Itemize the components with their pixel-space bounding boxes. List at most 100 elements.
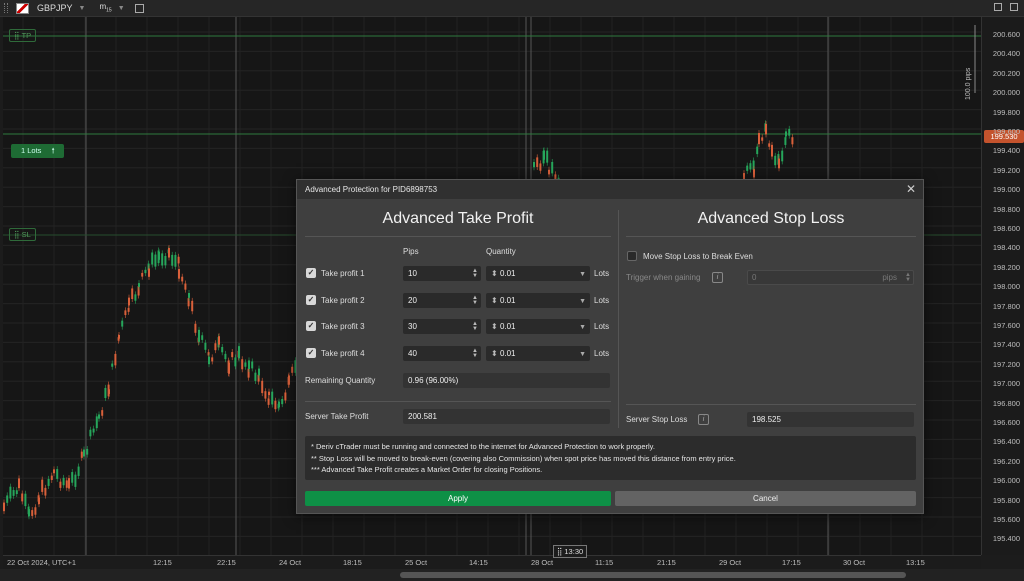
- candle-body: [753, 169, 755, 178]
- cancel-button[interactable]: Cancel: [615, 491, 916, 506]
- candle-body: [271, 391, 274, 405]
- candle-body: [124, 310, 127, 316]
- price-tick-label: 197.800: [992, 301, 1020, 311]
- candle-body: [108, 389, 110, 394]
- take-profit-4-checkbox[interactable]: ✓: [306, 347, 316, 358]
- time-tick-label: 25 Oct: [405, 558, 428, 567]
- apply-button[interactable]: Apply: [305, 491, 611, 506]
- take-profit-3-quantity-select[interactable]: ⬍ 0.01 ▼: [486, 319, 590, 334]
- candle-body: [234, 357, 237, 367]
- trigger-unit: pips: [882, 273, 897, 282]
- price-tick-label: 197.200: [992, 359, 1020, 369]
- chevron-down-icon[interactable]: ▼: [579, 348, 586, 361]
- stepper-icon[interactable]: ⬍: [491, 296, 498, 305]
- price-tick-label: 196.800: [992, 398, 1020, 408]
- candle-body: [168, 248, 170, 258]
- candle-body: [86, 448, 89, 455]
- candle-body: [181, 276, 184, 282]
- price-axis[interactable]: 199.530 200.600 200.400 200.200 200.000 199.…: [981, 17, 1024, 555]
- sl-line-label[interactable]: ⣿ SL: [9, 228, 36, 241]
- stepper-icon[interactable]: ▲ ▼: [472, 295, 478, 306]
- column-divider: [618, 210, 619, 428]
- maximize-icon[interactable]: [1010, 3, 1018, 11]
- candle-body: [778, 158, 780, 169]
- price-tick-label: 198.000: [992, 282, 1020, 292]
- take-profit-2-quantity-select[interactable]: ⬍ 0.01 ▼: [486, 292, 590, 308]
- position-lots-label[interactable]: 1 Lots 🠕: [11, 144, 64, 158]
- chevron-down-icon[interactable]: ▼: [579, 321, 586, 334]
- stepper-icon[interactable]: ⬍: [491, 349, 498, 358]
- candle-body: [543, 150, 545, 160]
- take-profit-4-pips-input[interactable]: 40 ▲ ▼: [403, 345, 481, 361]
- time-tick-label: 17:15: [782, 558, 801, 567]
- note-line: *** Advanced Take Profit creates a Marke…: [311, 465, 543, 474]
- server-stop-loss-label: Server Stop Loss: [626, 415, 688, 424]
- tp-line-label[interactable]: ⣿ TP: [9, 29, 37, 42]
- time-axis[interactable]: 22 Oct 2024, UTC+1 12:15 22:15 24 Oct 18:15 2…: [3, 555, 981, 569]
- candle-body: [551, 161, 554, 174]
- minimize-icon[interactable]: [994, 3, 1002, 11]
- candle-body: [291, 366, 294, 373]
- take-profit-4-quantity-select[interactable]: ⬍ 0.01 ▼: [486, 345, 590, 361]
- price-tick-label: 200.400: [992, 49, 1020, 59]
- trigger-pips-input[interactable]: 0 pips ▲ ▼: [747, 270, 914, 285]
- candle-body: [161, 253, 164, 266]
- close-icon[interactable]: ✕: [905, 183, 917, 195]
- drag-grip-icon[interactable]: [4, 3, 8, 13]
- symbol-dropdown-icon[interactable]: ▼: [79, 5, 86, 12]
- stepper-icon[interactable]: ▲ ▼: [472, 268, 478, 279]
- price-tick-label: 196.600: [992, 418, 1020, 427]
- divider: [626, 236, 916, 237]
- stepper-icon[interactable]: ▲ ▼: [472, 321, 478, 332]
- candle-body: [241, 359, 244, 370]
- stepper-icon[interactable]: ▲ ▼: [472, 348, 478, 359]
- chevron-down-icon[interactable]: ▼: [579, 295, 586, 308]
- timeframe-selector[interactable]: m15: [99, 2, 111, 14]
- candle-body: [208, 356, 210, 365]
- take-profit-2-pips-input[interactable]: 20 ▲ ▼: [403, 292, 481, 308]
- candle-body: [148, 268, 150, 277]
- candle-body: [34, 507, 37, 515]
- chart-type-icon[interactable]: [134, 3, 144, 13]
- stepper-icon[interactable]: ⬍: [491, 269, 498, 278]
- take-profit-1-quantity-select[interactable]: ⬍ 0.01 ▼: [486, 266, 590, 281]
- candle-body: [184, 283, 187, 290]
- candle-body: [188, 293, 190, 298]
- candle-body: [248, 360, 250, 369]
- candle-body: [201, 335, 204, 340]
- candle-body: [536, 157, 539, 167]
- take-profit-3-checkbox[interactable]: ✓: [306, 321, 316, 331]
- time-tick-label: 11:15: [595, 558, 614, 567]
- candle-body: [128, 297, 130, 306]
- lots-unit-label: Lots: [594, 295, 610, 305]
- take-profit-1-checkbox[interactable]: ✓: [306, 268, 316, 278]
- price-tick-label: 195.600: [992, 515, 1020, 524]
- price-tick-label: 199.200: [992, 165, 1020, 175]
- info-icon[interactable]: i: [712, 272, 723, 283]
- price-tick-label: 197.400: [992, 340, 1020, 350]
- symbol-name[interactable]: GBPJPY: [37, 3, 73, 13]
- break-even-checkbox[interactable]: [627, 251, 637, 261]
- stepper-icon[interactable]: ⬍: [491, 322, 498, 331]
- candle-body: [221, 346, 224, 353]
- price-tick-label: 195.400: [992, 534, 1020, 544]
- candle-body: [41, 479, 44, 492]
- take-profit-2-checkbox[interactable]: ✓: [306, 294, 316, 305]
- scrollbar-thumb[interactable]: [400, 572, 906, 578]
- candle-body: [546, 150, 549, 163]
- candle-body: [174, 254, 177, 267]
- timeframe-dropdown-icon[interactable]: ▼: [118, 5, 125, 12]
- stepper-icon[interactable]: ▲ ▼: [905, 272, 911, 283]
- candle-body: [24, 493, 27, 507]
- price-tick-label: 198.800: [992, 204, 1020, 214]
- break-even-label[interactable]: Move Stop Loss to Break Even: [643, 252, 753, 261]
- take-profit-1-pips-input[interactable]: 10 ▲ ▼: [403, 266, 481, 281]
- quantity-header: Quantity: [486, 247, 516, 256]
- take-profit-3-pips-input[interactable]: 30 ▲ ▼: [403, 319, 481, 334]
- price-tick-label: 200.000: [992, 88, 1020, 98]
- chevron-down-icon[interactable]: ▼: [579, 268, 586, 281]
- time-tick-label: 29 Oct: [719, 558, 742, 567]
- candle-body: [38, 497, 40, 505]
- info-icon[interactable]: i: [698, 414, 709, 425]
- horizontal-scrollbar[interactable]: [0, 569, 1024, 581]
